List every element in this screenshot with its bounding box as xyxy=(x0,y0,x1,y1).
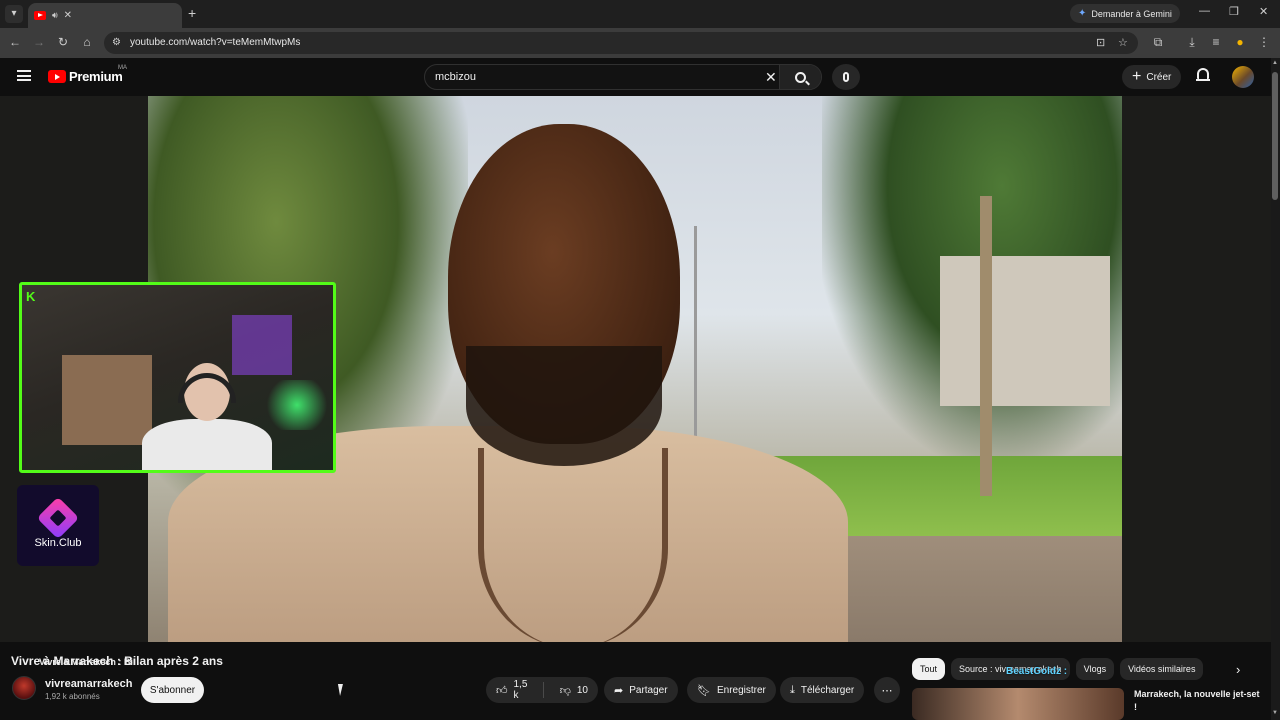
voice-search-button[interactable] xyxy=(832,64,860,90)
address-bar[interactable]: ⚙︎ youtube.com/watch?v=teMemMtwpMs ⊡ ☆ xyxy=(104,32,1138,54)
forward-arrow-icon[interactable]: → xyxy=(31,35,47,49)
browser-menu-icon[interactable]: ⋮ xyxy=(1256,35,1272,49)
media-controls-icon[interactable]: ≡ xyxy=(1208,35,1224,49)
streamer-webcam-overlay: K xyxy=(19,282,336,473)
url-text: youtube.com/watch?v=teMemMtwpMs xyxy=(130,37,301,48)
skin-club-logo-icon xyxy=(36,496,80,539)
chip-all[interactable]: Tout xyxy=(912,658,946,680)
logo-text: Premium xyxy=(69,69,123,84)
stream-chat-message: BeastGoldz : xyxy=(1006,666,1068,677)
window-close-icon[interactable]: ✕ xyxy=(1259,5,1268,18)
video-title: Vivre à Marrakech : Bilan après 2 ans xyxy=(11,654,223,668)
chip-similar[interactable]: Vidéos similaires xyxy=(1120,658,1204,680)
kick-logo-icon: K xyxy=(26,289,36,304)
account-avatar[interactable] xyxy=(1232,66,1254,88)
clear-search-icon[interactable]: ✕ xyxy=(765,69,777,86)
chip-vlogs[interactable]: Vlogs xyxy=(1075,658,1115,680)
create-label: Créer xyxy=(1146,71,1172,83)
scroll-up-arrow-icon[interactable]: ▲ xyxy=(1272,60,1278,66)
download-button[interactable]: ⤓ Télécharger xyxy=(780,677,865,703)
browser-tab-active[interactable]: Vivre à Marrakech : Bilan ap 🔊︎ ✕ xyxy=(28,3,182,667)
related-video-title[interactable]: Marrakech, la nouvelle jet-set ! xyxy=(1134,688,1264,714)
gemini-label: Demander à Gemini xyxy=(1091,8,1172,19)
country-code: MA xyxy=(118,65,127,71)
like-count: 1,5 k xyxy=(513,679,528,701)
channel-avatar[interactable] xyxy=(12,676,36,700)
minimize-icon[interactable]: — xyxy=(1199,5,1210,17)
save-label: Enregistrer xyxy=(716,684,766,696)
youtube-header: Premium MA mcbizou ✕ + Créer xyxy=(0,58,1280,96)
like-button[interactable]: 👍︎ 1,5 k xyxy=(486,677,537,703)
sponsor-logo: Skin.Club xyxy=(17,485,99,566)
bookmark-star-icon[interactable]: ☆ xyxy=(1118,36,1128,49)
create-button[interactable]: + Créer xyxy=(1122,65,1182,89)
subscribe-button[interactable]: S'abonner xyxy=(141,677,204,703)
download-icon: ⤓ xyxy=(790,683,795,696)
extensions-icon[interactable]: ⧉ xyxy=(1150,35,1166,50)
like-dislike-group: 👍︎ 1,5 k 👎︎ 10 xyxy=(486,677,598,703)
browser-toolbar: ← → ↻ ⌂ ⚙︎ youtube.com/watch?v=teMemMtwp… xyxy=(0,28,1280,58)
related-video-thumbnail[interactable] xyxy=(912,688,1124,720)
youtube-favicon-icon xyxy=(34,11,46,20)
tab-close-icon[interactable]: ✕ xyxy=(64,10,72,21)
speaker-icon[interactable]: 🔊︎ xyxy=(52,10,58,21)
share-arrow-icon: ➦ xyxy=(614,684,624,697)
video-frame-building xyxy=(940,256,1110,406)
dislike-count: 10 xyxy=(576,684,588,696)
scrollbar-thumb[interactable] xyxy=(1272,72,1278,200)
plus-icon: + xyxy=(1132,68,1142,85)
more-actions-button[interactable]: ⋯ xyxy=(874,677,900,703)
gemini-button[interactable]: ✦ Demander à Gemini xyxy=(1070,4,1180,23)
back-arrow-icon[interactable]: ← xyxy=(7,35,23,49)
video-frame-streetlight xyxy=(694,226,697,466)
bookmark-icon: 🔖︎ xyxy=(697,684,711,697)
search-box[interactable]: mcbizou ✕ xyxy=(424,64,822,90)
video-frame-palm-trunk xyxy=(980,196,992,496)
save-button[interactable]: 🔖︎ Enregistrer xyxy=(687,677,776,703)
menu-icon[interactable] xyxy=(17,70,31,81)
webcam-boxes xyxy=(62,355,152,445)
profile-avatar-icon[interactable]: ● xyxy=(1232,35,1248,49)
mouse-cursor-icon xyxy=(337,684,346,696)
thumbs-up-icon: 👍︎ xyxy=(496,684,508,697)
install-app-icon[interactable]: ⊡ xyxy=(1096,36,1105,49)
tab-search-button[interactable]: ▾ xyxy=(5,5,23,23)
webcam-streamer xyxy=(142,363,272,470)
channel-name[interactable]: vivreamarrakech xyxy=(45,678,132,690)
gemini-spark-icon: ✦ xyxy=(1078,8,1087,19)
microphone-icon xyxy=(843,72,849,82)
sponsor-label: Skin.Club xyxy=(34,536,82,549)
home-icon[interactable]: ⌂ xyxy=(79,35,95,49)
new-tab-button[interactable]: + xyxy=(188,5,196,21)
video-frame-beard xyxy=(466,346,662,466)
dislike-button[interactable]: 👎︎ 10 xyxy=(550,677,598,703)
browser-tab-strip: ▾ Vivre à Marrakech : Bilan ap 🔊︎ ✕ + ✦ … xyxy=(0,0,1280,667)
youtube-premium-logo[interactable]: Premium MA xyxy=(48,65,127,84)
video-frame-collar xyxy=(478,448,668,642)
subscriber-count: 1,92 k abonnés xyxy=(45,692,100,701)
thumbs-down-icon: 👎︎ xyxy=(559,684,571,697)
youtube-play-icon xyxy=(48,70,66,83)
reload-icon[interactable]: ↻ xyxy=(55,35,71,49)
downloads-icon[interactable]: ⤓ xyxy=(1184,35,1200,50)
download-label: Télécharger xyxy=(800,684,855,696)
search-input[interactable]: mcbizou xyxy=(435,71,476,83)
more-horizontal-icon: ⋯ xyxy=(881,684,893,697)
notifications-bell-icon[interactable] xyxy=(1196,68,1210,84)
search-icon xyxy=(795,71,806,83)
chevron-right-icon[interactable]: › xyxy=(1236,662,1240,677)
webcam-green-light xyxy=(262,380,332,430)
share-button[interactable]: ➦ Partager xyxy=(604,677,678,703)
restore-icon[interactable]: ❐ xyxy=(1229,5,1239,18)
share-label: Partager xyxy=(629,684,668,696)
site-info-icon[interactable]: ⚙︎ xyxy=(112,37,121,48)
search-button[interactable] xyxy=(779,65,821,89)
scroll-down-arrow-icon[interactable]: ▼ xyxy=(1272,710,1278,716)
